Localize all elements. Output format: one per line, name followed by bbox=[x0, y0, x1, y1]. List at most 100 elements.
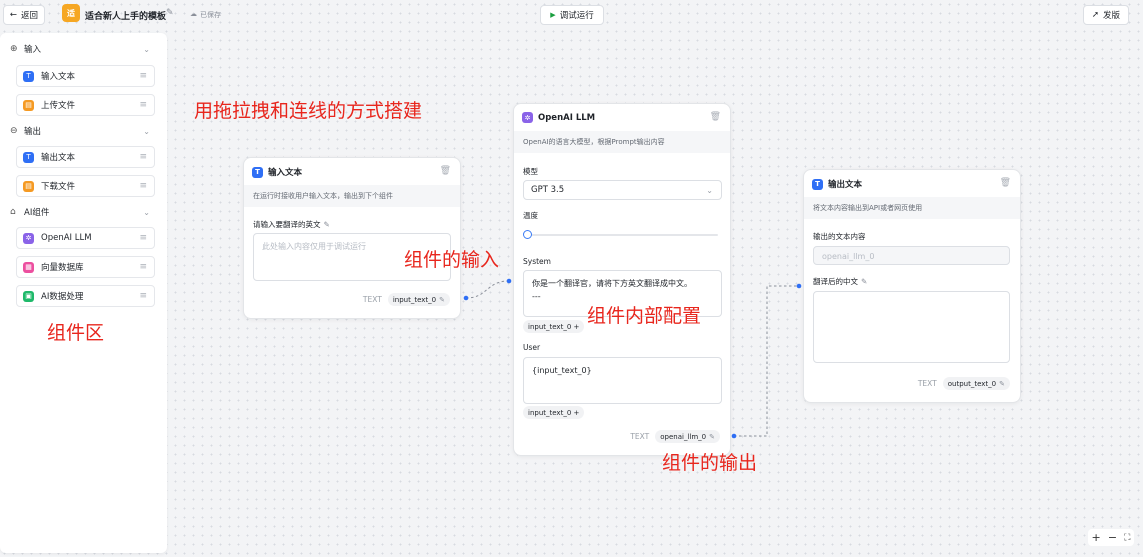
ai-group-icon: ⌂ bbox=[10, 207, 16, 217]
sidebar-item-label: 输出文本 bbox=[41, 153, 76, 163]
chevron-down-icon: ⌄ bbox=[143, 126, 150, 136]
node-description: 在运行时接收用户输入文本，输出到下个组件 bbox=[244, 185, 460, 207]
trash-icon[interactable]: 🗑 bbox=[710, 112, 721, 122]
pencil-icon[interactable]: ✎ bbox=[999, 380, 1005, 388]
sidebar-item-label: 输入文本 bbox=[41, 72, 76, 82]
drag-handle-icon[interactable]: ≡ bbox=[139, 181, 147, 191]
drag-handle-icon[interactable]: ≡ bbox=[139, 71, 147, 81]
system-label: System bbox=[523, 257, 551, 266]
chevron-down-icon: ⌄ bbox=[143, 207, 150, 217]
pencil-icon[interactable]: ✎ bbox=[439, 296, 445, 304]
sidebar-item-label: 上传文件 bbox=[41, 101, 76, 111]
text-icon: T bbox=[23, 70, 34, 82]
trash-icon[interactable]: 🗑 bbox=[1000, 178, 1011, 188]
output-variable-name: output_text_0 bbox=[947, 379, 997, 388]
app-title: 适合新人上手的模板 bbox=[85, 12, 167, 22]
insert-variable-tag[interactable]: input_text_0 + bbox=[523, 320, 585, 333]
output-variable-name: input_text_0 bbox=[392, 295, 437, 304]
sidebar-item-label: AI数据处理 bbox=[41, 292, 84, 302]
drag-handle-icon[interactable]: ≡ bbox=[139, 100, 147, 110]
node-input-text[interactable]: T 输入文本 🗑 在运行时接收用户输入文本，输出到下个组件 请输入要翻译的英文 ✎… bbox=[243, 157, 461, 319]
sidebar-item-download-file[interactable]: ▤ 下载文件 ≡ bbox=[16, 175, 155, 197]
sidebar-item-ai-data-processing[interactable]: ▣ AI数据处理 ≡ bbox=[16, 285, 155, 307]
processing-icon: ▣ bbox=[23, 290, 34, 302]
annotation-component-config: 组件内部配置 bbox=[587, 305, 702, 327]
text-icon: T bbox=[252, 166, 263, 178]
fit-view-button[interactable]: ⛶ bbox=[1124, 533, 1130, 543]
file-icon: ▤ bbox=[23, 99, 34, 111]
node-title: 输入文本 bbox=[268, 168, 303, 178]
user-prompt-line: {input_text_0} bbox=[532, 366, 592, 375]
temperature-slider-track[interactable] bbox=[525, 234, 718, 236]
sidebar-item-label: OpenAI LLM bbox=[41, 233, 92, 243]
output-group-icon: ⊖ bbox=[10, 126, 18, 136]
component-sidebar: ⊕ 输入 ⌄ T 输入文本 ≡ ▤ 上传文件 ≡ ⊖ 输出 ⌄ T 输出文本 ≡… bbox=[0, 33, 167, 553]
edge-target-dot bbox=[796, 283, 802, 289]
temperature-label: 温度 bbox=[523, 211, 538, 220]
group-input-header[interactable]: ⊕ 输入 ⌄ bbox=[0, 39, 167, 59]
database-icon: ▦ bbox=[23, 261, 34, 273]
output-variable-tag[interactable]: output_text_0 ✎ bbox=[942, 377, 1010, 390]
annotation-component-area: 组件区 bbox=[47, 322, 105, 344]
group-output-header[interactable]: ⊖ 输出 ⌄ bbox=[0, 121, 167, 141]
back-label: 返回 bbox=[21, 11, 39, 21]
publish-button[interactable]: ➚ 发版 bbox=[1083, 5, 1129, 25]
user-prompt-textarea[interactable]: {input_text_0} bbox=[523, 357, 722, 404]
llm-icon: ✲ bbox=[23, 232, 34, 244]
input-group-icon: ⊕ bbox=[10, 44, 18, 54]
cloud-icon: ☁ bbox=[190, 10, 197, 18]
zoom-controls: + − ⛶ bbox=[1088, 529, 1134, 546]
node-title: OpenAI LLM bbox=[538, 112, 596, 123]
back-button[interactable]: ← 返回 bbox=[3, 5, 45, 25]
group-input-label: 输入 bbox=[24, 45, 42, 55]
debug-run-label: 调试运行 bbox=[559, 11, 594, 21]
temperature-slider-knob[interactable] bbox=[523, 230, 532, 239]
field-label-text: 请输入要翻译的英文 bbox=[253, 220, 321, 229]
chevron-down-icon: ⌄ bbox=[143, 44, 150, 54]
pencil-icon[interactable]: ✎ bbox=[709, 433, 715, 441]
zoom-out-button[interactable]: − bbox=[1108, 531, 1117, 544]
node-title: 输出文本 bbox=[828, 180, 863, 190]
sidebar-item-upload-file[interactable]: ▤ 上传文件 ≡ bbox=[16, 94, 155, 116]
edit-title-icon[interactable]: ✎ bbox=[166, 8, 174, 18]
sidebar-item-vector-db[interactable]: ▦ 向量数据库 ≡ bbox=[16, 256, 155, 278]
chevron-down-icon: ⌄ bbox=[706, 185, 713, 195]
drag-handle-icon[interactable]: ≡ bbox=[139, 291, 147, 301]
output-variable-tag[interactable]: openai_llm_0 ✎ bbox=[655, 430, 720, 443]
output-content-value: openai_llm_0 bbox=[822, 252, 875, 261]
node-openai-llm[interactable]: ✲ OpenAI LLM 🗑 OpenAI的语言大模型，根据Prompt输出内容… bbox=[513, 103, 731, 456]
edge-llm-to-output bbox=[734, 285, 799, 437]
text-icon: T bbox=[812, 178, 823, 190]
node-output-text[interactable]: T 输出文本 🗑 将文本内容输出到API或者网页使用 输出的文本内容 opena… bbox=[803, 169, 1021, 403]
model-select[interactable]: GPT 3.5 ⌄ bbox=[523, 180, 722, 200]
annotation-build-hint: 用拖拉拽和连线的方式搭建 bbox=[194, 100, 423, 122]
edge-target-dot bbox=[506, 278, 512, 284]
placeholder-text: 此处输入内容仅用于调试运行 bbox=[262, 242, 366, 251]
publish-label: 发版 bbox=[1103, 11, 1121, 21]
node-description: OpenAI的语言大模型，根据Prompt输出内容 bbox=[514, 131, 730, 153]
trash-icon[interactable]: 🗑 bbox=[440, 166, 451, 176]
output-type: TEXT bbox=[362, 295, 382, 304]
play-icon: ▶ bbox=[550, 11, 556, 19]
output-port-row: TEXT input_text_0 ✎ bbox=[363, 293, 450, 306]
output-variable-tag[interactable]: input_text_0 ✎ bbox=[387, 293, 450, 306]
save-status: ☁ 已保存 bbox=[190, 10, 221, 20]
sidebar-item-openai-llm[interactable]: ✲ OpenAI LLM ≡ bbox=[16, 227, 155, 249]
debug-run-button[interactable]: ▶ 调试运行 bbox=[540, 5, 604, 25]
pencil-icon[interactable]: ✎ bbox=[324, 220, 330, 229]
content-label: 输出的文本内容 bbox=[813, 232, 866, 241]
group-ai-header[interactable]: ⌂ AI组件 ⌄ bbox=[0, 202, 167, 222]
translated-text-area[interactable] bbox=[813, 291, 1010, 363]
user-label: User bbox=[523, 343, 541, 352]
zoom-in-button[interactable]: + bbox=[1092, 531, 1101, 544]
sidebar-item-output-text[interactable]: T 输出文本 ≡ bbox=[16, 146, 155, 168]
drag-handle-icon[interactable]: ≡ bbox=[139, 233, 147, 243]
drag-handle-icon[interactable]: ≡ bbox=[139, 152, 147, 162]
drag-handle-icon[interactable]: ≡ bbox=[139, 262, 147, 272]
node-header: T 输出文本 bbox=[812, 178, 862, 190]
save-status-text: 已保存 bbox=[200, 11, 221, 19]
insert-variable-tag[interactable]: input_text_0 + bbox=[523, 406, 585, 419]
sidebar-item-label: 下载文件 bbox=[41, 182, 76, 192]
pencil-icon[interactable]: ✎ bbox=[861, 277, 867, 286]
sidebar-item-input-text[interactable]: T 输入文本 ≡ bbox=[16, 65, 155, 87]
